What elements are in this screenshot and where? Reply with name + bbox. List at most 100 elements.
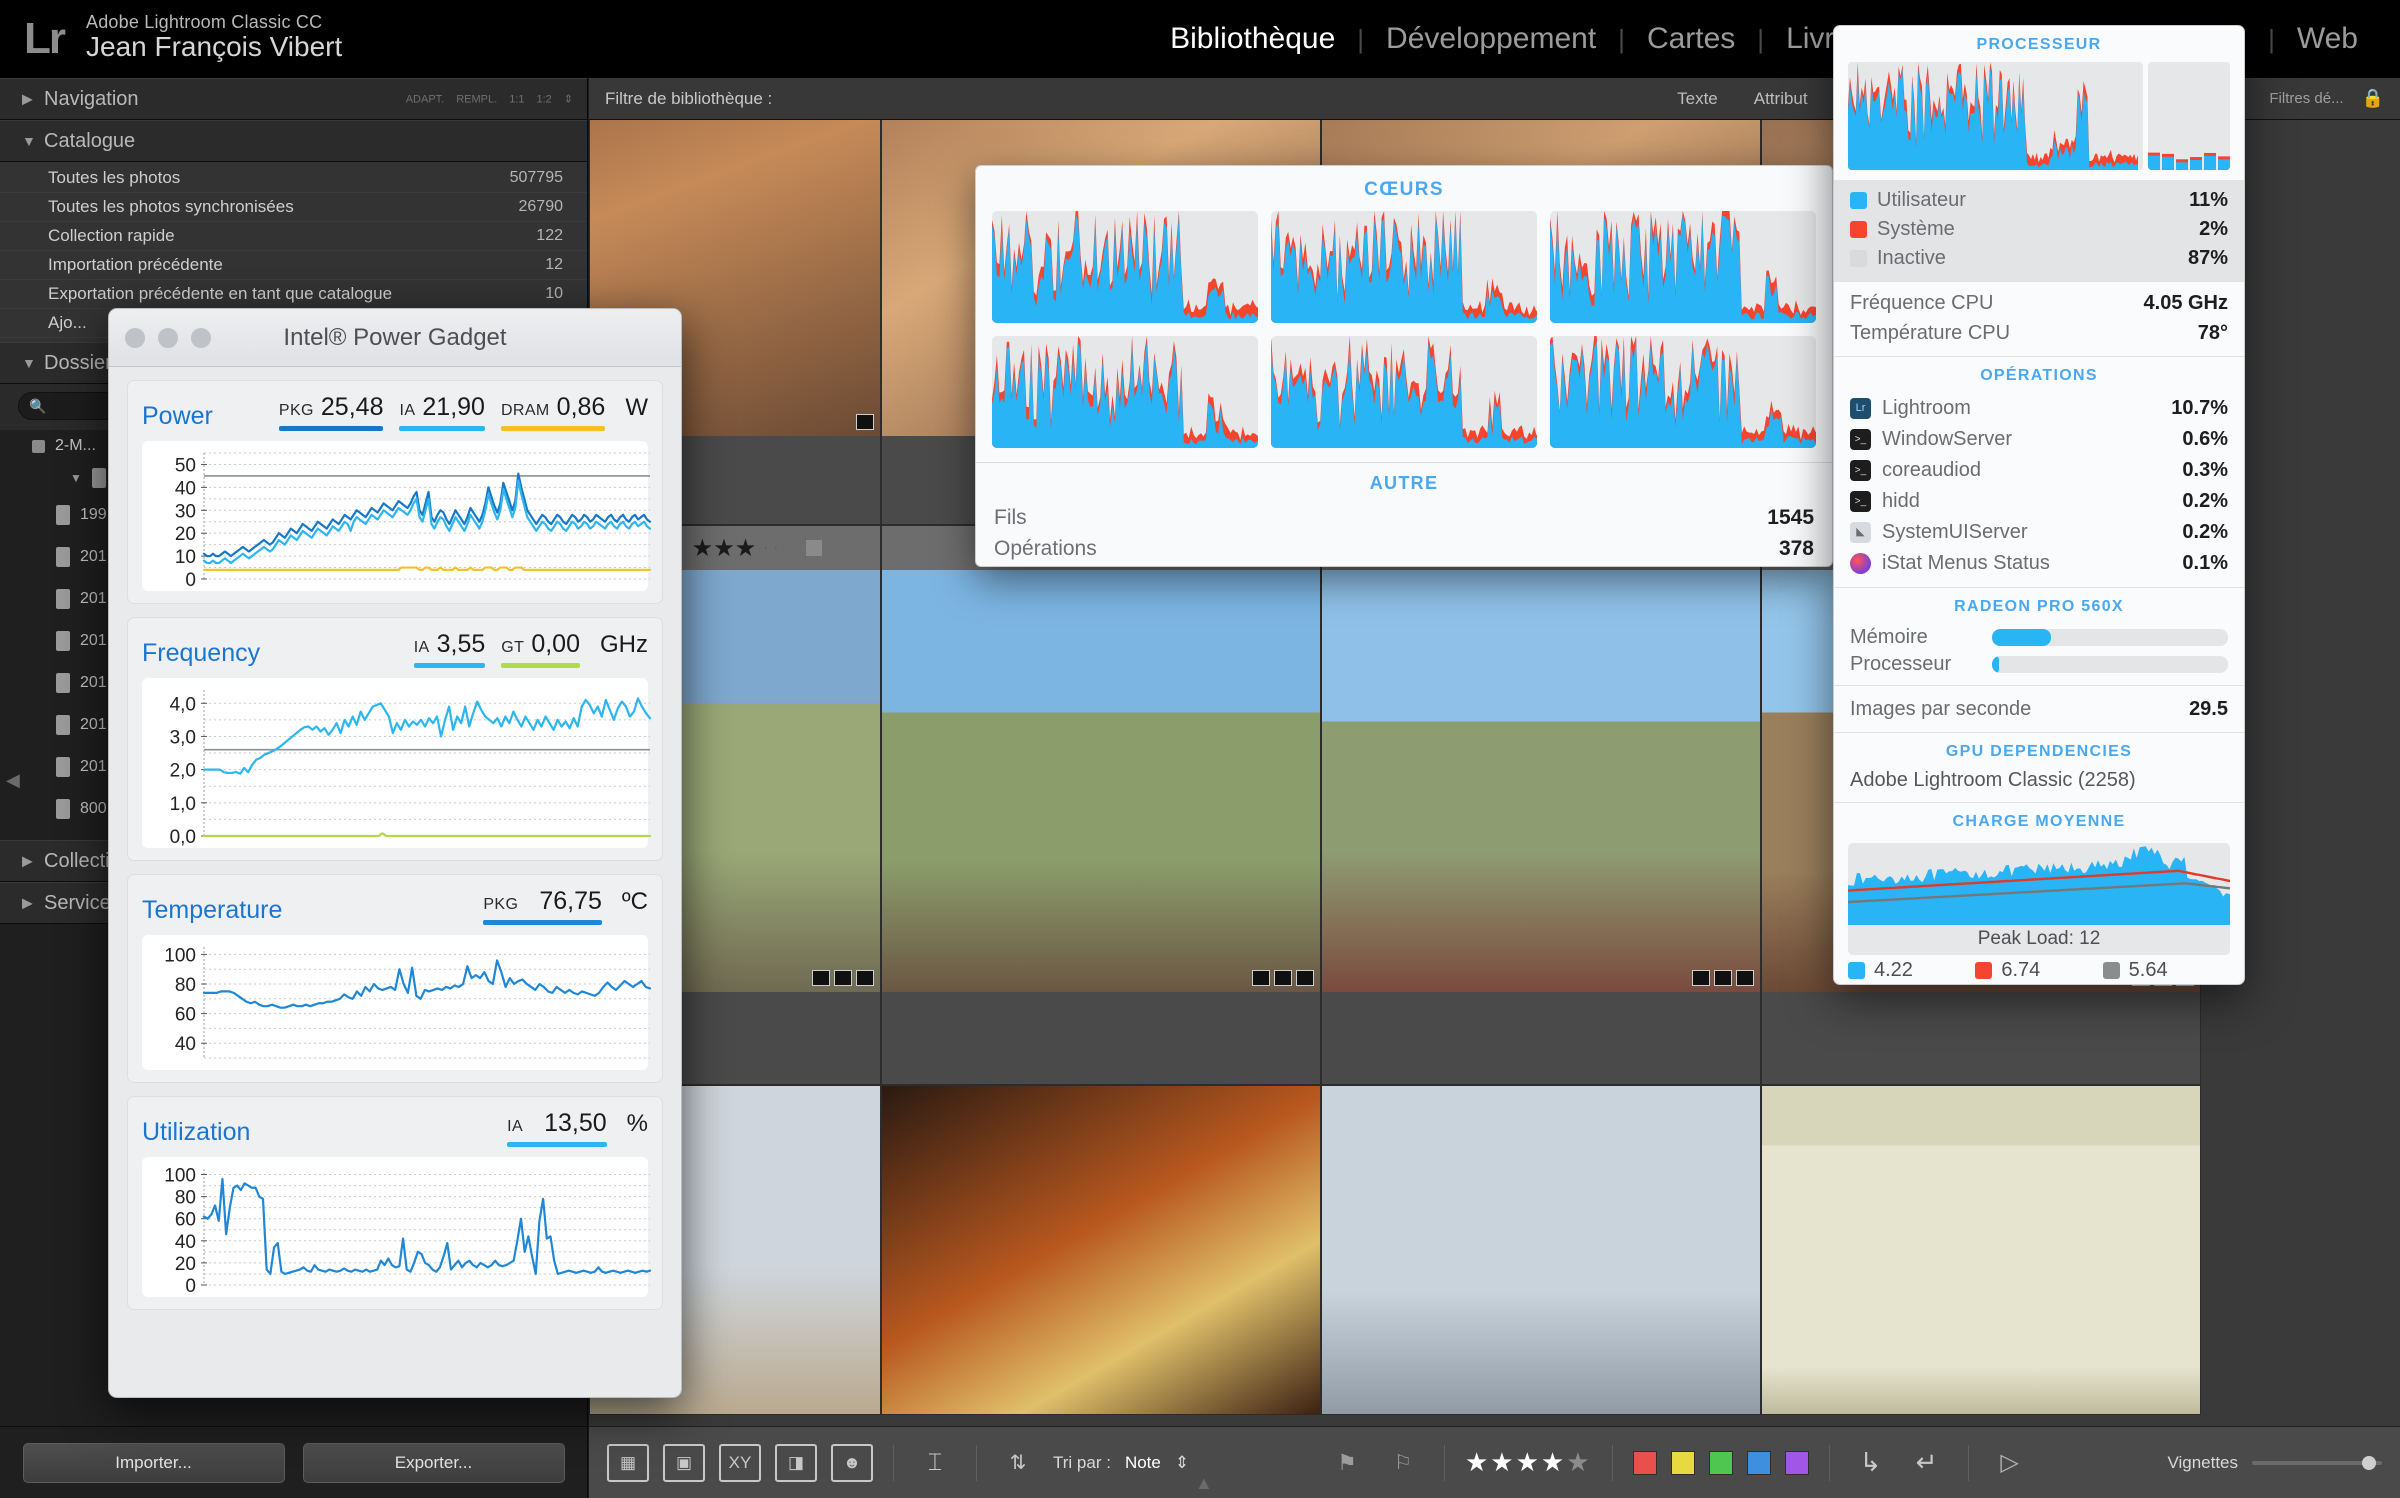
thumbnail-badges [856, 414, 874, 430]
compare-view-icon[interactable]: XY [719, 1443, 761, 1482]
cpu-frequency-row: Fréquence CPU 4.05 GHz [1834, 288, 2244, 318]
thumbnail-size-label: Vignettes [2167, 1452, 2239, 1472]
process-row-hidd[interactable]: >_ hidd 0.2% [1834, 486, 2244, 517]
module-developpement[interactable]: Développement [1364, 22, 1618, 56]
toolbar-collapse-arrow[interactable]: ▲ [1195, 1473, 1213, 1494]
survey-view-icon[interactable]: ◨ [775, 1443, 817, 1482]
istat-menus-panel[interactable]: PROCESSEUR Utilisateur 11% Système 2% In… [1833, 25, 2245, 985]
intel-power-gadget-window[interactable]: Intel® Power Gadget Power PKG 25,48 IA 2… [108, 308, 682, 1398]
process-row-lightroom[interactable]: Lr Lightroom 10.7% [1834, 393, 2244, 424]
svg-text:80: 80 [175, 975, 196, 996]
color-label-green[interactable] [1708, 1450, 1733, 1475]
gpu-dependency-item: Adobe Lightroom Classic (2258) [1850, 769, 2136, 791]
panel-header-catalogue[interactable]: ▼ Catalogue [0, 120, 587, 162]
thumbnail-image[interactable] [1322, 526, 1760, 992]
ipg-readouts: IA 3,55 GT 0,00 GHz [413, 630, 648, 668]
istat-gpudeps-title: GPU DEPENDENCIES [1945, 743, 2133, 760]
nav-rempl[interactable]: REMPL. [456, 93, 497, 105]
thumbnail-badges [1252, 970, 1314, 986]
color-label-chip[interactable] [806, 540, 822, 556]
nav-adapt[interactable]: ADAPT. [406, 93, 445, 105]
module-separator: | [2268, 23, 2275, 54]
panel-header-navigation[interactable]: ▶ Navigation ADAPT. REMPL. 1:1 1:2 ⇕ [0, 78, 587, 120]
nav-ratio-stepper-icon[interactable]: ⇕ [564, 93, 573, 106]
module-cartes[interactable]: Cartes [1625, 22, 1757, 56]
play-slideshow-icon[interactable]: ▷ [1989, 1444, 2031, 1482]
thumbnail-size-slider[interactable] [2252, 1455, 2383, 1470]
nav-ratio-1-1[interactable]: 1:1 [509, 93, 524, 105]
reject-flag-icon[interactable]: ⚐ [1382, 1444, 1424, 1482]
navigation-zoom-options[interactable]: ADAPT. REMPL. 1:1 1:2 ⇕ [406, 93, 573, 106]
rotate-right-icon[interactable]: ↳ [1850, 1444, 1892, 1482]
color-label-blue[interactable] [1746, 1450, 1771, 1475]
filter-tab-texte[interactable]: Texte [1659, 89, 1736, 109]
people-view-icon[interactable]: ☻ [831, 1443, 873, 1482]
lock-icon[interactable]: 🔒 [2362, 88, 2384, 109]
other-value: 1545 [1767, 506, 1814, 529]
ipg-section-power: Power PKG 25,48 IA 21,90 DRAM 0,86 W 0 10… [127, 380, 663, 604]
terminal-icon: >_ [1850, 429, 1871, 450]
grid-view-icon[interactable]: ▦ [607, 1443, 649, 1482]
spray-can-icon[interactable]: ⌶ [914, 1444, 956, 1482]
export-button[interactable]: Exporter... [302, 1442, 565, 1483]
ipg-readout-value: 3,55 [436, 630, 486, 658]
color-label-yellow[interactable] [1670, 1450, 1695, 1475]
process-value: 0.2% [2182, 521, 2228, 543]
module-separator: | [1757, 23, 1765, 54]
rating-filter-stars[interactable]: ★★★★★ [1465, 1447, 1592, 1478]
lightroom-icon: Lr [1850, 398, 1871, 419]
thumbnail-image[interactable] [1322, 1086, 1760, 1414]
cpu-legend: Utilisateur 11% Système 2% Inactive 87% [1834, 180, 2244, 281]
filter-tab-attribut[interactable]: Attribut [1736, 89, 1826, 109]
user-name: Jean François Vibert [86, 31, 343, 62]
module-web[interactable]: Web [2275, 22, 2380, 56]
process-name: iStat Menus Status [1882, 552, 2050, 574]
window-controls[interactable] [125, 327, 211, 348]
sort-by-value[interactable]: Note [1125, 1453, 1161, 1473]
ipg-readout-label: GT [501, 639, 525, 656]
import-button[interactable]: Importer... [22, 1442, 285, 1483]
catalogue-item-quick-collection[interactable]: Collection rapide 122 [0, 222, 587, 251]
cpu-temperature-row: Température CPU 78° [1834, 318, 2244, 348]
process-row-systemuiserver[interactable]: ◣ SystemUIServer 0.2% [1834, 517, 2244, 548]
ipg-titlebar[interactable]: Intel® Power Gadget [109, 309, 681, 367]
istat-cores-panel[interactable]: CŒURS AUTRE Fils 1545 Opérations 378 [975, 165, 1833, 567]
cores-title: CŒURS [1364, 179, 1444, 200]
minimize-icon[interactable] [158, 327, 178, 348]
color-label-purple[interactable] [1784, 1450, 1809, 1475]
other-title: AUTRE [1369, 473, 1439, 493]
left-panel-collapse-arrow[interactable]: ◀ [6, 770, 20, 791]
svg-text:80: 80 [175, 1188, 196, 1209]
peak-load-label: Peak Load: 12 [1977, 928, 2101, 949]
svg-text:60: 60 [175, 1210, 196, 1231]
thumbnail-image[interactable] [882, 526, 1320, 992]
sort-direction-icon[interactable]: ⇅ [997, 1444, 1039, 1482]
module-bibliotheque[interactable]: Bibliothèque [1148, 22, 1357, 56]
sort-stepper-icon[interactable]: ⇕ [1175, 1453, 1189, 1473]
nav-ratio-1-2[interactable]: 1:2 [536, 93, 551, 105]
close-icon[interactable] [125, 327, 145, 348]
catalogue-item-previous-import[interactable]: Importation précédente 12 [0, 251, 587, 280]
loupe-view-icon[interactable]: ▣ [663, 1443, 705, 1482]
catalogue-item-synced-photos[interactable]: Toutes les photos synchronisées 26790 [0, 193, 587, 222]
thumbnail-image[interactable] [1762, 1086, 2200, 1414]
process-row-windowserver[interactable]: >_ WindowServer 0.6% [1834, 424, 2244, 455]
catalogue-item-label: Toutes les photos synchronisées [48, 197, 294, 216]
color-label-red[interactable] [1632, 1450, 1657, 1475]
svg-text:4,0: 4,0 [170, 694, 196, 715]
process-row-coreaudiod[interactable]: >_ coreaudiod 0.3% [1834, 455, 2244, 486]
volume-label: 2-M... [55, 437, 96, 454]
catalogue-item-all-photos[interactable]: Toutes les photos 507795 [0, 164, 587, 193]
thumbnail-image[interactable] [882, 1086, 1320, 1414]
rotate-left-icon[interactable]: ↵ [1906, 1444, 1948, 1482]
kv-value: 29.5 [2189, 698, 2228, 720]
catalogue-item-count: 507795 [509, 169, 563, 186]
module-separator: | [1357, 23, 1365, 54]
load-average-graph: Peak Load: 12 [1848, 843, 2230, 955]
flag-icon[interactable]: ⚑ [1326, 1444, 1368, 1482]
cpu-legend-user: Utilisateur 11% [1850, 186, 2228, 215]
catalogue-item-previous-export[interactable]: Exportation précédente en tant que catal… [0, 280, 587, 309]
maximize-icon[interactable] [191, 327, 211, 348]
filter-presets-label[interactable]: Filtres dé... [2269, 90, 2343, 107]
process-row-istat-menus-status[interactable]: iStat Menus Status 0.1% [1834, 548, 2244, 579]
